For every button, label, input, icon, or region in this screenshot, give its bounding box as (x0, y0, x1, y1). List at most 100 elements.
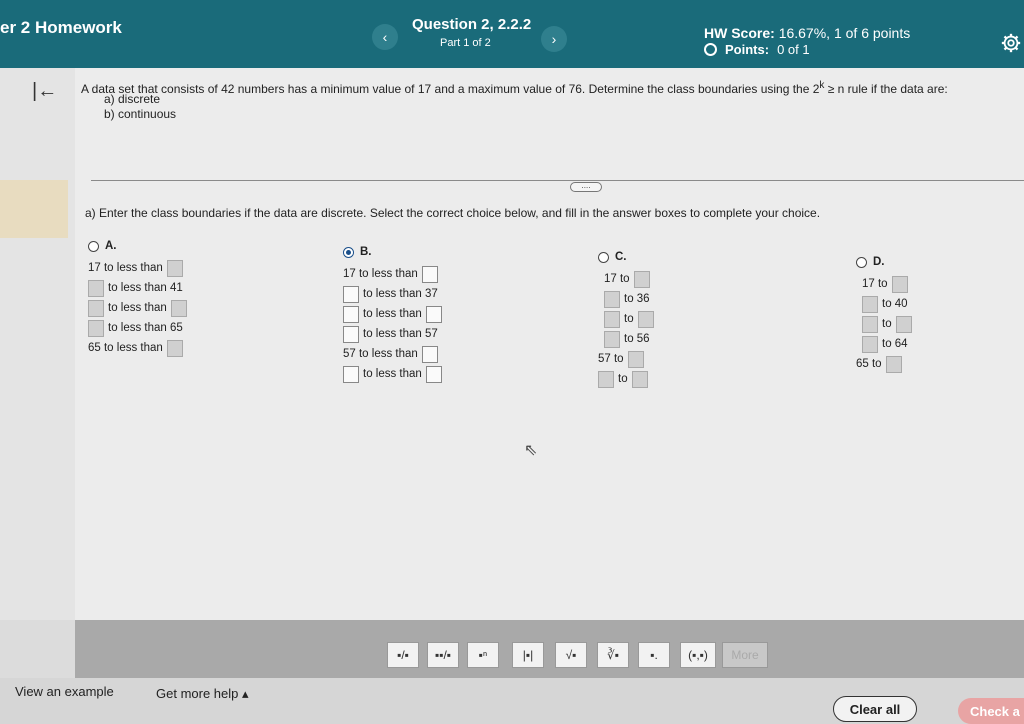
choice-b-row1: 17 to less than (343, 268, 418, 280)
choice-c-row2: to 36 (624, 293, 650, 305)
question-text: A data set that consists of 42 numbers h… (81, 80, 981, 96)
answer-box[interactable] (343, 285, 359, 303)
answer-box[interactable] (421, 265, 438, 283)
get-more-help-link[interactable]: Get more help ▴ (156, 686, 249, 702)
choice-b-row5: 57 to less than (343, 348, 418, 360)
points-status: Points: 0 of 1 (704, 42, 810, 57)
square-root-icon[interactable]: √▪ (555, 642, 587, 668)
question-text-after: ≥ n rule if the data are: (824, 82, 948, 96)
radio-c[interactable] (598, 251, 609, 263)
divider (91, 180, 1024, 181)
answer-box[interactable] (862, 315, 878, 333)
mixed-number-icon[interactable]: ▪▪/▪ (427, 642, 459, 668)
answer-box[interactable] (170, 299, 187, 317)
instruction-text: a) Enter the class boundaries if the dat… (85, 206, 821, 220)
choice-d-row2: to 40 (882, 298, 908, 310)
choice-d-row4: to 64 (882, 338, 908, 350)
more-button[interactable]: .... (570, 182, 602, 192)
answer-box[interactable] (862, 295, 878, 313)
answer-box[interactable] (166, 259, 183, 277)
absolute-value-icon[interactable]: |▪| (512, 642, 544, 668)
answer-box[interactable] (343, 365, 359, 383)
hw-score-value: 16.67%, 1 of 6 points (778, 25, 911, 41)
header-bar: er 2 Homework ‹ Question 2, 2.2.2 Part 1… (0, 0, 1024, 68)
answer-box[interactable] (343, 325, 359, 343)
choice-a-row2: to less than 41 (108, 282, 183, 294)
choice-b-row2: to less than 37 (363, 288, 438, 300)
answer-box[interactable] (425, 365, 442, 383)
choice-c-row1: 17 to (604, 273, 630, 285)
hw-score: HW Score: 16.67%, 1 of 6 points (704, 25, 910, 41)
collapse-panel-icon[interactable]: |← (32, 80, 57, 103)
question-panel: |← A data set that consists of 42 number… (0, 68, 1024, 678)
previous-question-button[interactable]: ‹ (372, 24, 398, 50)
choice-c-row6: to (618, 373, 628, 385)
chevron-right-icon: › (551, 31, 557, 47)
answer-box[interactable] (88, 299, 104, 317)
answer-box[interactable] (604, 290, 620, 308)
points-value: 0 of 1 (777, 42, 810, 57)
ordered-pair-icon[interactable]: (▪,▪) (680, 642, 716, 668)
choice-b[interactable]: B. 17 to less than to less than 37 to le… (343, 246, 442, 384)
answer-box[interactable] (343, 305, 359, 323)
answer-box[interactable] (88, 319, 104, 337)
more-tools-button[interactable]: More (722, 642, 768, 668)
answer-box[interactable] (631, 370, 648, 388)
radio-d[interactable] (856, 256, 867, 268)
mouse-cursor-icon: ⇖ (524, 442, 538, 459)
homework-title: er 2 Homework (0, 18, 122, 37)
exponent-icon[interactable]: ▪ⁿ (467, 642, 499, 668)
choice-b-row3: to less than (363, 308, 422, 320)
question-text-main: A data set that consists of 42 numbers h… (81, 82, 820, 96)
question-part: Part 1 of 2 (440, 37, 491, 49)
clear-all-button[interactable]: Clear all (833, 696, 917, 722)
choice-a[interactable]: A. 17 to less than to less than 41 to le… (88, 240, 187, 358)
choice-b-row4: to less than 57 (363, 328, 438, 340)
question-title: Question 2, 2.2.2 (412, 16, 532, 33)
choice-c[interactable]: C. 17 to to 36 to to 56 57 to to (598, 251, 654, 389)
subscript-icon[interactable]: ▪. (638, 642, 670, 668)
sub-question-b: b) continuous (104, 107, 177, 121)
answer-box[interactable] (895, 315, 912, 333)
choice-b-row6: to less than (363, 368, 422, 380)
answer-box[interactable] (604, 330, 620, 348)
fraction-icon[interactable]: ▪/▪ (387, 642, 419, 668)
choice-a-row4: to less than 65 (108, 322, 183, 334)
choice-a-row5: 65 to less than (88, 342, 163, 354)
choice-c-label: C. (615, 251, 627, 263)
answer-box[interactable] (598, 370, 614, 388)
check-answer-button[interactable]: Check a (958, 698, 1024, 724)
hw-score-label: HW Score: (704, 25, 775, 41)
answer-box[interactable] (421, 345, 438, 363)
answer-box[interactable] (637, 310, 654, 328)
choice-a-row1: 17 to less than (88, 262, 163, 274)
next-question-button[interactable]: › (541, 26, 567, 52)
radio-b[interactable] (343, 246, 354, 258)
left-accent (0, 180, 68, 238)
answer-box[interactable] (633, 270, 650, 288)
chevron-left-icon: ‹ (382, 29, 388, 45)
view-example-link[interactable]: View an example (15, 684, 114, 699)
sub-question-a: a) discrete (104, 92, 161, 106)
gear-icon[interactable] (1000, 32, 1022, 54)
answer-box[interactable] (891, 275, 908, 293)
answer-box[interactable] (166, 339, 183, 357)
answer-box[interactable] (88, 279, 104, 297)
math-toolbar: ▪/▪ ▪▪/▪ ▪ⁿ |▪| √▪ ∛▪ ▪. (▪,▪) More (75, 620, 1024, 678)
footer-bar: View an example Get more help ▴ Clear al… (0, 678, 1024, 724)
choice-d-row5: 65 to (856, 358, 882, 370)
choice-d[interactable]: D. 17 to to 40 to to 64 65 to (856, 256, 912, 374)
choice-c-row3: to (624, 313, 634, 325)
nth-root-icon[interactable]: ∛▪ (597, 642, 629, 668)
radio-a[interactable] (88, 240, 99, 252)
answer-box[interactable] (862, 335, 878, 353)
answer-box[interactable] (425, 305, 442, 323)
choice-d-label: D. (873, 256, 885, 268)
choice-c-row5: 57 to (598, 353, 624, 365)
answer-box[interactable] (604, 310, 620, 328)
points-label: Points: (725, 42, 770, 57)
choice-b-label: B. (360, 246, 372, 258)
choice-a-row3: to less than (108, 302, 167, 314)
answer-box[interactable] (885, 355, 902, 373)
answer-box[interactable] (627, 350, 644, 368)
